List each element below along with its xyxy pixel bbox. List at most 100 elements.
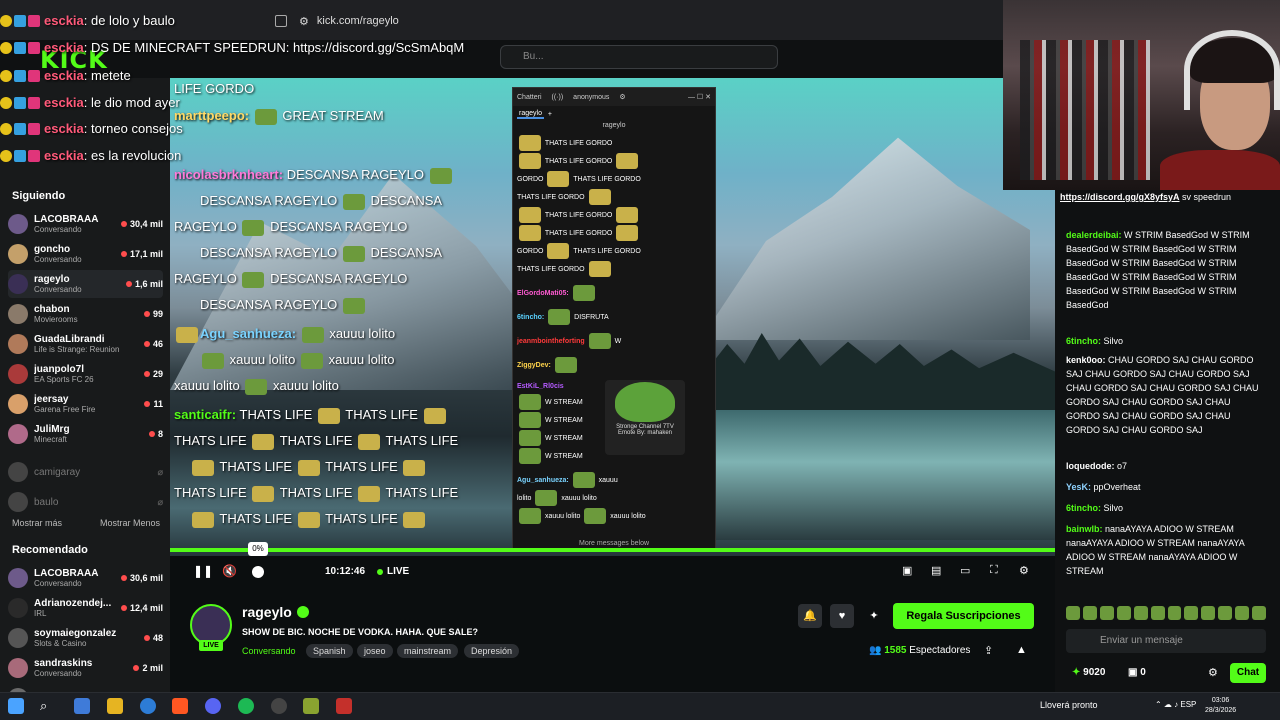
fullscreen-icon[interactable]: ⛶	[990, 564, 998, 577]
streamer-name[interactable]: rageylo	[242, 604, 309, 620]
chat-message[interactable]: 6tincho: Silvo	[1066, 334, 1266, 348]
chat-username[interactable]: loquedode:	[1066, 461, 1115, 471]
chat-username[interactable]: bainwlb:	[1066, 524, 1103, 534]
sidebar-item-rageylo[interactable]: rageylo Conversando 1,6 mil	[8, 270, 163, 298]
tag-mainstream[interactable]: mainstream	[397, 644, 459, 658]
sidebar-item-goncho[interactable]: goncho Conversando 17,1 mil	[8, 240, 163, 268]
badge-icon	[0, 14, 12, 27]
send-chat-button[interactable]: Chat	[1230, 663, 1266, 683]
brave-icon[interactable]	[172, 698, 188, 714]
file-explorer-icon[interactable]	[107, 698, 123, 714]
theater-icon[interactable]: ▭	[960, 564, 970, 577]
chat-input[interactable]: Enviar un mensaje	[1066, 629, 1266, 653]
sidebar-item-chabon[interactable]: chabon Movierooms 99	[8, 300, 163, 328]
badge-icon	[14, 122, 26, 135]
spotify-icon[interactable]	[238, 698, 254, 714]
sparkle-icon[interactable]: ✦	[862, 604, 886, 628]
sidebar-item-lacobraaa[interactable]: LACOBRAAA Conversando 30,4 mil	[8, 210, 163, 238]
system-tray[interactable]: ⌃ ☁ ♪ ESP	[1155, 700, 1196, 709]
chat-message[interactable]: dealerdeibai: W STRIM BasedGod W STRIM B…	[1066, 228, 1266, 312]
channel-points[interactable]: ✦ 9020	[1072, 667, 1105, 678]
follow-heart-icon[interactable]: ♥	[830, 604, 854, 628]
stream-category[interactable]: Conversando	[242, 646, 296, 656]
emote-tooltip: Stronge Channel 7TV Emote By: mahaken	[605, 380, 685, 455]
chat-username[interactable]: YesK:	[1066, 482, 1091, 492]
chat-username[interactable]: dealerdeibai:	[1066, 230, 1122, 240]
avatar	[8, 628, 28, 648]
discord-icon[interactable]	[205, 698, 221, 714]
recommended-item[interactable]: MexOli188	[8, 684, 163, 692]
alert-line: esckia: metete	[0, 68, 131, 83]
recommended-item[interactable]: Adrianozendej... IRL 12,4 mil	[8, 594, 163, 622]
chatterino-tab[interactable]: rageylo +	[513, 106, 715, 122]
chat-message[interactable]: bainwlb: nanaAYAYA ADIOO W STREAM nanaAY…	[1066, 522, 1266, 578]
pause-icon[interactable]: ❚❚	[193, 564, 213, 578]
chat-username[interactable]: 6tincho:	[1066, 336, 1101, 346]
address-bar[interactable]: ⚙ kick.com/rageylo	[275, 10, 1000, 32]
viewer-count: 2 mil	[133, 663, 163, 673]
tag-joseo[interactable]: joseo	[357, 644, 393, 658]
chat-settings-icon[interactable]: ⚙	[1208, 666, 1218, 679]
overlay-line: DESCANSA RAGEYLO DESCANSA	[200, 193, 443, 210]
emote-bar[interactable]	[1066, 606, 1267, 622]
sidebar-item-guadalibrandi[interactable]: GuadaLibrandi Life is Strange: Reunion 46	[8, 330, 163, 358]
bookmark-icon[interactable]	[275, 15, 287, 27]
avatar	[8, 394, 28, 414]
windows-start-icon[interactable]	[8, 698, 24, 714]
pinned-link[interactable]: https://discord.gg/gX8yfsyA	[1060, 192, 1180, 202]
tag-spanish[interactable]: Spanish	[306, 644, 353, 658]
alert-user: esckia	[44, 121, 84, 136]
chat-message[interactable]: kenk0oo: CHAU GORDO SAJ CHAU GORDO SAJ C…	[1066, 353, 1266, 437]
sidebar-item-juanpolo7l[interactable]: juanpolo7l EA Sports FC 26 29	[8, 360, 163, 388]
chat-username[interactable]: kenk0oo:	[1066, 355, 1106, 365]
alert-user: esckia	[44, 68, 84, 83]
share-icon[interactable]: ⇪	[984, 644, 993, 657]
sidebar-item-category: Garena Free Fire	[34, 405, 96, 414]
app-icon[interactable]	[303, 698, 319, 714]
recommended-title: Recomendado	[12, 544, 88, 556]
volume-slider[interactable]	[252, 566, 264, 578]
edge-icon[interactable]	[140, 698, 156, 714]
obs-icon[interactable]	[271, 698, 287, 714]
sidebar-item-name: camigaray	[34, 466, 81, 478]
pinned-message[interactable]: https://discord.gg/gX8yfsyA sv speedrun	[1060, 192, 1275, 226]
progress-bar[interactable]	[170, 548, 1055, 552]
window-controls-icon[interactable]: — ☐ ✕	[688, 93, 711, 101]
chat-username[interactable]: 6tincho:	[1066, 503, 1101, 513]
sidebar-item-name: chabon	[34, 304, 70, 315]
chat-message[interactable]: 6tincho: Silvo	[1066, 501, 1266, 515]
gift-subs-button[interactable]: Regala Suscripciones	[893, 603, 1034, 629]
clock[interactable]: 03:06 28/3/2026	[1205, 696, 1236, 716]
sidebar-item-julimrg[interactable]: JuliMrg Minecraft 8	[8, 420, 163, 448]
sidebar-item-category: Slots & Casino	[34, 639, 87, 648]
chat-message[interactable]: YesK: ppOverheat	[1066, 480, 1266, 494]
alert-line: esckia: torneo consejos	[0, 121, 183, 136]
video-app-icon[interactable]	[336, 698, 352, 714]
sidebar-item-jeersay[interactable]: jeersay Garena Free Fire 11	[8, 390, 163, 418]
weather-widget[interactable]: Lloverá pronto	[1040, 700, 1098, 710]
more-messages[interactable]: More messages below	[513, 540, 715, 547]
chat-message[interactable]: loquedode: o7	[1066, 459, 1266, 473]
pip-icon[interactable]: ▣	[902, 564, 912, 577]
tag-depresion[interactable]: Depresión	[464, 644, 520, 658]
sidebar-item-camigaray[interactable]: camigaray ⌀	[8, 458, 163, 486]
show-more-link[interactable]: Mostrar más	[12, 518, 62, 528]
sidebar-item-baulo[interactable]: baulo ⌀	[8, 488, 163, 516]
show-less-link[interactable]: Mostrar Menos	[100, 518, 160, 528]
gear-icon[interactable]: ⚙	[619, 93, 625, 101]
chest-icon: ▣	[1128, 667, 1141, 678]
url-text: kick.com/rageylo	[316, 15, 399, 27]
clip-icon[interactable]: ▤	[931, 564, 941, 577]
search-input[interactable]: Bu...	[500, 45, 778, 69]
chatterino-window[interactable]: Chatteri ((·)) anonymous ⚙ — ☐ ✕ rageylo…	[512, 87, 716, 550]
notification-bell-icon[interactable]: 🔔	[798, 604, 822, 628]
report-icon[interactable]: ▲	[1016, 644, 1027, 656]
recommended-item[interactable]: sandraskins Conversando 2 mil	[8, 654, 163, 682]
recommended-item[interactable]: LACOBRAAA Conversando 30,6 mil	[8, 564, 163, 592]
search-icon[interactable]: ⌕	[40, 698, 56, 714]
chests-count[interactable]: ▣ 0	[1128, 667, 1146, 678]
copilot-icon[interactable]	[74, 698, 90, 714]
recommended-item[interactable]: soymaiegonzalez Slots & Casino 48	[8, 624, 163, 652]
mute-icon[interactable]: 🔇	[222, 564, 237, 578]
settings-icon[interactable]: ⚙	[1019, 564, 1029, 577]
